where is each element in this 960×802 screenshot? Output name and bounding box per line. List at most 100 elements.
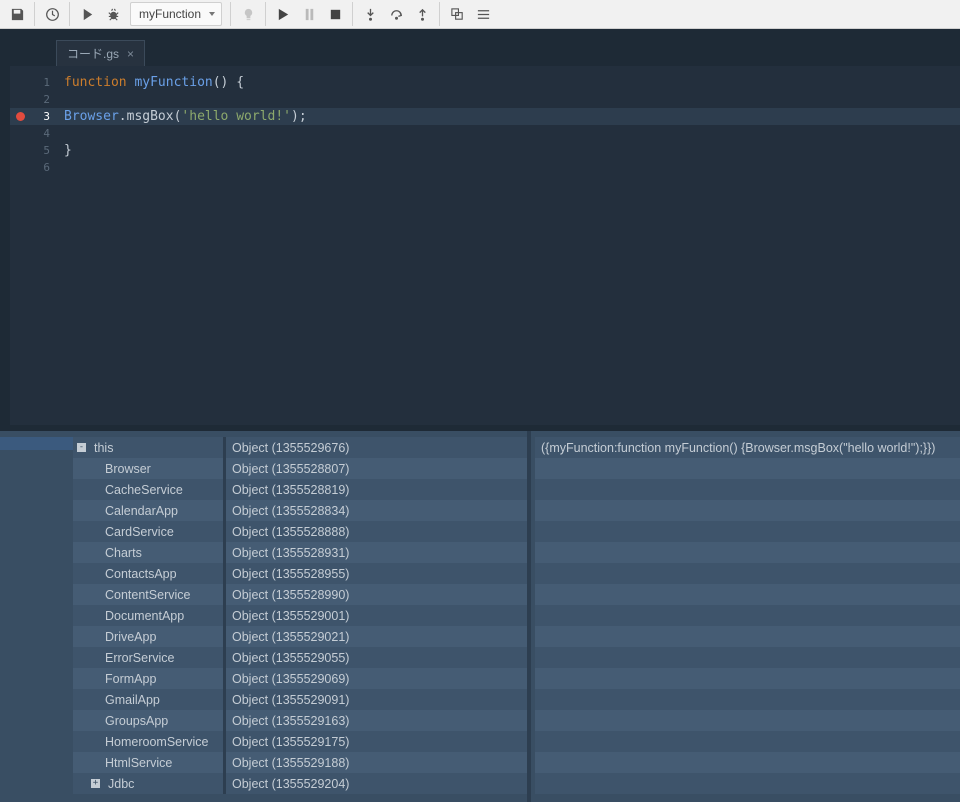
step-out-button[interactable] xyxy=(409,1,435,27)
breakpoint-icon[interactable] xyxy=(16,112,25,121)
tab-label: コード.gs xyxy=(67,45,119,62)
scope-type: Object (1355529021) xyxy=(226,630,526,644)
gutter-row[interactable]: 6 xyxy=(10,159,56,176)
code-area[interactable]: 123456 function myFunction() { Browser.ms… xyxy=(10,66,960,425)
scope-type: Object (1355529001) xyxy=(226,609,526,623)
code-line[interactable]: } xyxy=(56,142,960,159)
gutter-row[interactable]: 4 xyxy=(10,125,56,142)
scope-tree[interactable]: -thisObject (1355529676)BrowserObject (1… xyxy=(73,431,527,802)
scope-type: Object (1355529069) xyxy=(226,672,526,686)
empty-row xyxy=(535,731,960,752)
separator xyxy=(352,2,353,26)
scope-row[interactable]: BrowserObject (1355528807) xyxy=(73,458,527,479)
scope-row[interactable]: +JdbcObject (1355529204) xyxy=(73,773,527,794)
step-into-button[interactable] xyxy=(357,1,383,27)
vertical-divider[interactable] xyxy=(527,431,531,802)
scope-row[interactable]: HtmlServiceObject (1355529188) xyxy=(73,752,527,773)
save-icon xyxy=(10,7,25,22)
continue-button[interactable] xyxy=(270,1,296,27)
code-line[interactable]: function myFunction() { xyxy=(56,74,960,91)
scope-type: Object (1355529188) xyxy=(226,756,526,770)
history-button[interactable] xyxy=(39,1,65,27)
play-solid-icon xyxy=(276,7,291,22)
step-over-icon xyxy=(389,7,404,22)
play-icon xyxy=(80,7,95,22)
debug-left-strip xyxy=(0,431,73,802)
pause-button[interactable] xyxy=(296,1,322,27)
separator xyxy=(34,2,35,26)
save-button[interactable] xyxy=(4,1,30,27)
scope-row[interactable]: DriveAppObject (1355529021) xyxy=(73,626,527,647)
code-line[interactable] xyxy=(56,159,960,176)
call-stack-button[interactable] xyxy=(444,1,470,27)
scope-row[interactable]: ErrorServiceObject (1355529055) xyxy=(73,647,527,668)
scope-row[interactable]: FormAppObject (1355529069) xyxy=(73,668,527,689)
scope-type: Object (1355529204) xyxy=(226,777,526,791)
scope-row[interactable]: CardServiceObject (1355528888) xyxy=(73,521,527,542)
debug-button[interactable] xyxy=(100,1,126,27)
value-preview-panel: ({myFunction:function myFunction() {Brow… xyxy=(535,431,960,802)
scope-type: Object (1355528990) xyxy=(226,588,526,602)
code-line[interactable] xyxy=(56,125,960,142)
scope-row[interactable]: DocumentAppObject (1355529001) xyxy=(73,605,527,626)
separator xyxy=(265,2,266,26)
scope-row[interactable]: -thisObject (1355529676) xyxy=(73,437,527,458)
empty-row xyxy=(535,479,960,500)
scope-row[interactable]: CacheServiceObject (1355528819) xyxy=(73,479,527,500)
separator xyxy=(69,2,70,26)
run-button[interactable] xyxy=(74,1,100,27)
code-line[interactable]: Browser.msgBox('hello world!'); xyxy=(56,108,960,125)
empty-row xyxy=(535,647,960,668)
value-preview: ({myFunction:function myFunction() {Brow… xyxy=(535,441,935,455)
scope-row[interactable]: ChartsObject (1355528931) xyxy=(73,542,527,563)
empty-row xyxy=(535,626,960,647)
strip xyxy=(0,29,960,38)
scope-type: Object (1355529175) xyxy=(226,735,526,749)
file-tab[interactable]: コード.gs × xyxy=(56,40,145,66)
stop-icon xyxy=(328,7,343,22)
empty-row xyxy=(535,668,960,689)
gutter-row[interactable]: 5 xyxy=(10,142,56,159)
scope-row[interactable]: HomeroomServiceObject (1355529175) xyxy=(73,731,527,752)
scope-row[interactable]: ContentServiceObject (1355528990) xyxy=(73,584,527,605)
variables-button[interactable] xyxy=(470,1,496,27)
gutter-row[interactable]: 2 xyxy=(10,91,56,108)
scope-row[interactable]: GmailAppObject (1355529091) xyxy=(73,689,527,710)
close-icon[interactable]: × xyxy=(127,47,134,61)
gutter-row[interactable]: 1 xyxy=(10,74,56,91)
hint-button[interactable] xyxy=(235,1,261,27)
step-over-button[interactable] xyxy=(383,1,409,27)
expand-icon[interactable]: + xyxy=(91,779,100,788)
stack-icon xyxy=(450,7,465,22)
step-out-icon xyxy=(415,7,430,22)
gutter-row[interactable]: 3 xyxy=(10,108,56,125)
scope-type: Object (1355528955) xyxy=(226,567,526,581)
empty-row xyxy=(535,542,960,563)
editor: コード.gs × 123456 function myFunction() { B… xyxy=(0,38,960,425)
scope-type: Object (1355529055) xyxy=(226,651,526,665)
scope-row[interactable]: GroupsAppObject (1355529163) xyxy=(73,710,527,731)
clock-icon xyxy=(45,7,60,22)
left-gap xyxy=(0,38,10,425)
code-line[interactable] xyxy=(56,91,960,108)
empty-row xyxy=(535,563,960,584)
pause-icon xyxy=(302,7,317,22)
scope-row[interactable]: ContactsAppObject (1355528955) xyxy=(73,563,527,584)
tab-bar: コード.gs × xyxy=(10,38,960,66)
collapse-icon[interactable]: - xyxy=(77,443,86,452)
function-select[interactable]: myFunction xyxy=(130,2,222,26)
scope-type: Object (1355528807) xyxy=(226,462,526,476)
scope-type: Object (1355529163) xyxy=(226,714,526,728)
function-select-label: myFunction xyxy=(139,7,201,21)
scope-row[interactable]: CalendarAppObject (1355528834) xyxy=(73,500,527,521)
empty-row xyxy=(535,584,960,605)
stop-button[interactable] xyxy=(322,1,348,27)
step-into-icon xyxy=(363,7,378,22)
gutter[interactable]: 123456 xyxy=(10,66,56,425)
empty-row xyxy=(535,458,960,479)
list-icon xyxy=(476,7,491,22)
chevron-down-icon xyxy=(209,12,215,16)
code-lines[interactable]: function myFunction() { Browser.msgBox('h… xyxy=(56,66,960,425)
empty-row xyxy=(535,752,960,773)
debug-panel: -thisObject (1355529676)BrowserObject (1… xyxy=(0,431,960,802)
